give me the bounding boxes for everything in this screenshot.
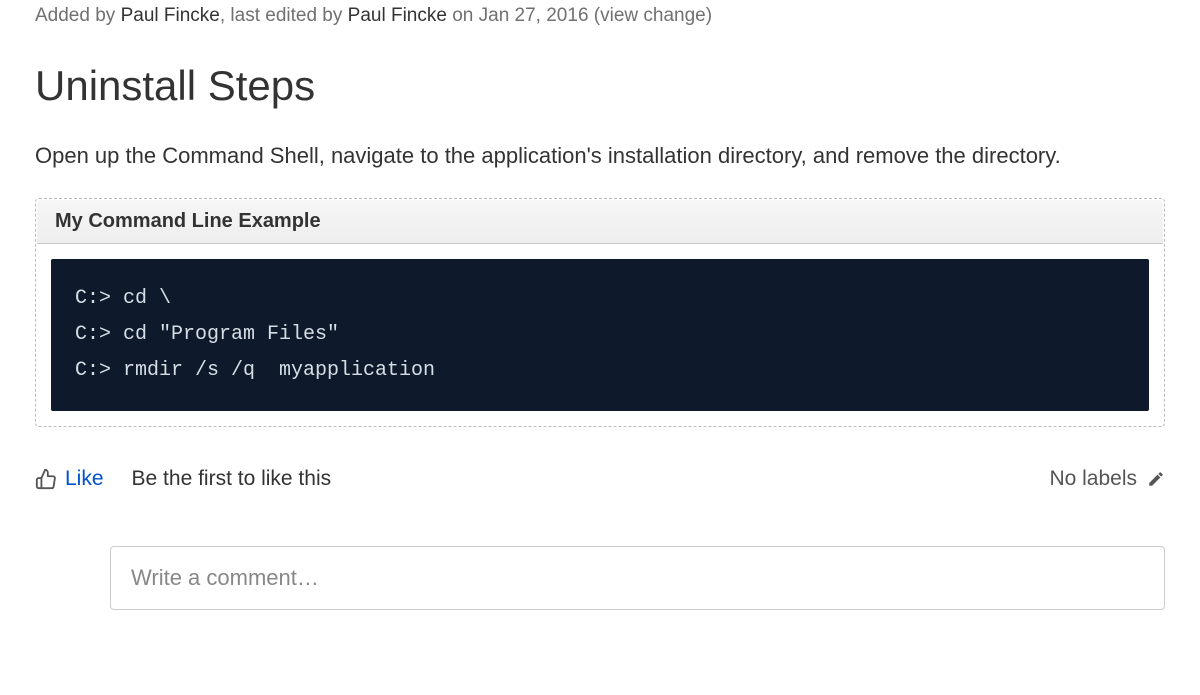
thumbs-up-icon: [35, 468, 57, 490]
code-panel: My Command Line Example C:> cd \ C:> cd …: [35, 198, 1165, 427]
author-link-2[interactable]: Paul Fincke: [348, 5, 447, 26]
view-change-link[interactable]: view change: [600, 5, 706, 26]
comment-placeholder: Write a comment…: [131, 565, 319, 590]
labels-section: No labels: [1049, 467, 1165, 491]
code-panel-header: My Command Line Example: [37, 200, 1163, 244]
meta-date: Jan 27, 2016: [479, 5, 589, 26]
page-title: Uninstall Steps: [35, 62, 1165, 110]
like-button[interactable]: Like: [35, 467, 104, 491]
meta-middle: , last edited by: [220, 5, 348, 26]
meta-spacer: (: [589, 5, 601, 26]
no-labels-text: No labels: [1049, 467, 1137, 491]
code-block: C:> cd \ C:> cd "Program Files" C:> rmdi…: [51, 259, 1149, 411]
footer-row: Like Be the first to like this No labels: [35, 467, 1165, 491]
meta-added-prefix: Added by: [35, 5, 121, 26]
page-body: Open up the Command Shell, navigate to t…: [35, 138, 1165, 173]
footer-left: Like Be the first to like this: [35, 467, 331, 491]
page-meta: Added by Paul Fincke, last edited by Pau…: [35, 5, 1165, 27]
like-stats: Be the first to like this: [132, 467, 332, 491]
code-block-wrap: C:> cd \ C:> cd "Program Files" C:> rmdi…: [36, 244, 1164, 426]
comment-input[interactable]: Write a comment…: [110, 546, 1165, 610]
pencil-icon[interactable]: [1147, 470, 1165, 488]
meta-closer: ): [706, 5, 712, 26]
meta-on: on: [447, 5, 479, 26]
like-label: Like: [65, 467, 104, 491]
author-link-1[interactable]: Paul Fincke: [121, 5, 220, 26]
